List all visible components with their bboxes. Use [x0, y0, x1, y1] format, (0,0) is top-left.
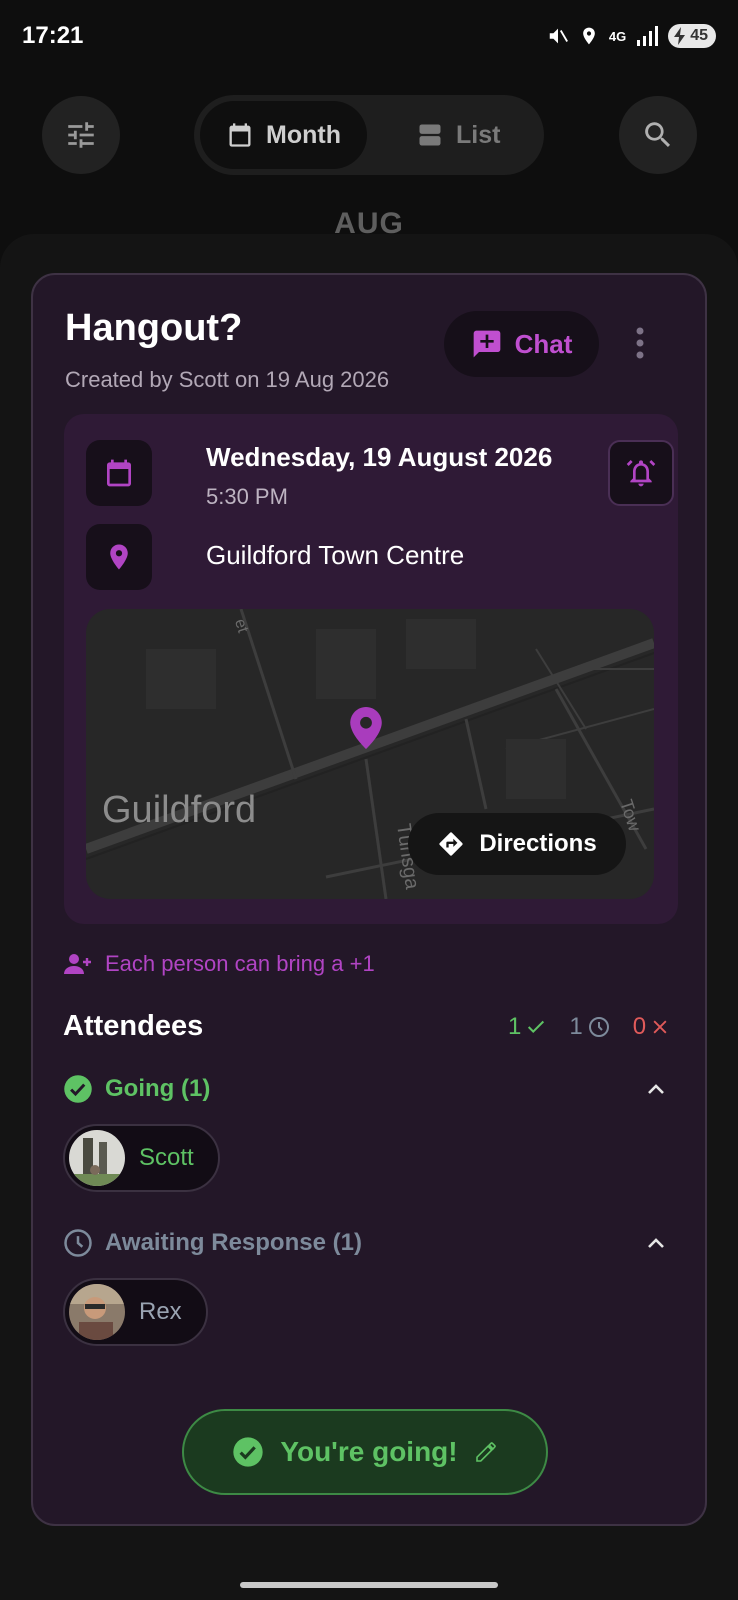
status-bar: 17:21 4G 45 [0, 0, 738, 72]
location-pin-icon [110, 544, 128, 570]
reminder-button[interactable] [608, 440, 674, 506]
status-time: 17:21 [22, 22, 84, 49]
chevron-up-icon[interactable] [644, 1232, 668, 1256]
declined-count-value: 0 [632, 1013, 647, 1040]
awaiting-group-label: Awaiting Response (1) [105, 1229, 362, 1256]
attendee-chip[interactable]: Scott [63, 1124, 220, 1192]
directions-label: Directions [479, 830, 597, 857]
event-time: 5:30 PM [206, 484, 288, 509]
event-date: Wednesday, 19 August 2026 [206, 442, 553, 472]
home-indicator[interactable] [240, 1582, 498, 1588]
awaiting-group-header[interactable]: Awaiting Response (1) [63, 1228, 362, 1258]
tab-list[interactable]: List [390, 101, 526, 169]
battery-indicator: 45 [668, 24, 716, 48]
map-city-label: Guildford [102, 789, 257, 831]
directions-icon [439, 832, 463, 856]
list-icon [419, 124, 441, 146]
close-icon [653, 1020, 667, 1034]
calendar-icon [229, 123, 251, 147]
clock-icon [588, 1017, 609, 1037]
filter-button[interactable] [42, 96, 120, 174]
edit-pencil-icon [475, 1442, 496, 1462]
alarm-bell-icon [626, 460, 656, 487]
more-options-button[interactable] [628, 323, 652, 363]
going-count-value: 1 [508, 1013, 522, 1040]
pending-count-value: 1 [569, 1013, 583, 1040]
tab-month[interactable]: Month [200, 101, 367, 169]
status-icons: 4G 45 [547, 24, 716, 48]
location-map[interactable]: Guildford et Tunsga Tow Directions [86, 609, 654, 899]
avatar-photo [69, 1284, 125, 1340]
location-icon-box [86, 524, 152, 590]
top-toolbar: Month List [0, 95, 738, 175]
check-circle-icon [64, 1075, 92, 1103]
map-pin-icon [350, 707, 382, 749]
going-group-header[interactable]: Going (1) [63, 1074, 210, 1104]
rsvp-status-button[interactable]: You're going! [182, 1409, 548, 1495]
network-label: 4G [608, 28, 627, 44]
event-title: Hangout? [65, 307, 243, 349]
clock-icon [64, 1229, 92, 1257]
view-toggle: Month List [194, 95, 544, 175]
person-add-icon [64, 954, 91, 974]
attendee-chip[interactable]: Rex [63, 1278, 208, 1346]
more-vert-icon [636, 327, 644, 359]
date-icon-box [86, 440, 152, 506]
rsvp-counts: 1 1 0 [508, 1013, 670, 1041]
rsvp-label: You're going! [280, 1436, 458, 1467]
check-circle-icon [233, 1437, 264, 1467]
charging-icon [674, 27, 686, 45]
avatar [69, 1284, 125, 1340]
declined-count: 0 [633, 1013, 670, 1041]
plus-one-note: Each person can bring a +1 [63, 951, 375, 977]
chevron-up-icon[interactable] [644, 1078, 668, 1102]
directions-button[interactable]: Directions [408, 813, 626, 875]
calendar-icon [107, 459, 131, 487]
avatar-photo [69, 1130, 125, 1186]
attendee-name: Scott [139, 1144, 194, 1171]
attendee-name: Rex [139, 1298, 182, 1325]
battery-level: 45 [690, 27, 708, 44]
tune-icon [68, 122, 94, 148]
search-icon [645, 122, 671, 148]
going-group-label: Going (1) [105, 1075, 211, 1102]
event-location: Guildford Town Centre [206, 540, 465, 570]
event-creator: Created by Scott on 19 Aug 2026 [65, 367, 390, 392]
plus-one-text: Each person can bring a +1 [105, 951, 375, 976]
search-button[interactable] [619, 96, 697, 174]
tab-list-label: List [456, 120, 501, 149]
location-icon [583, 27, 595, 45]
mute-icon [549, 28, 568, 44]
signal-icon [637, 26, 659, 46]
chat-label: Chat [514, 328, 573, 359]
chat-add-icon [473, 330, 500, 358]
going-count: 1 [508, 1013, 547, 1041]
check-icon [528, 1020, 545, 1034]
chat-button[interactable]: Chat [444, 311, 599, 377]
tab-month-label: Month [266, 120, 341, 149]
attendees-title: Attendees [63, 1010, 204, 1042]
pending-count: 1 [569, 1013, 610, 1041]
avatar [69, 1130, 125, 1186]
